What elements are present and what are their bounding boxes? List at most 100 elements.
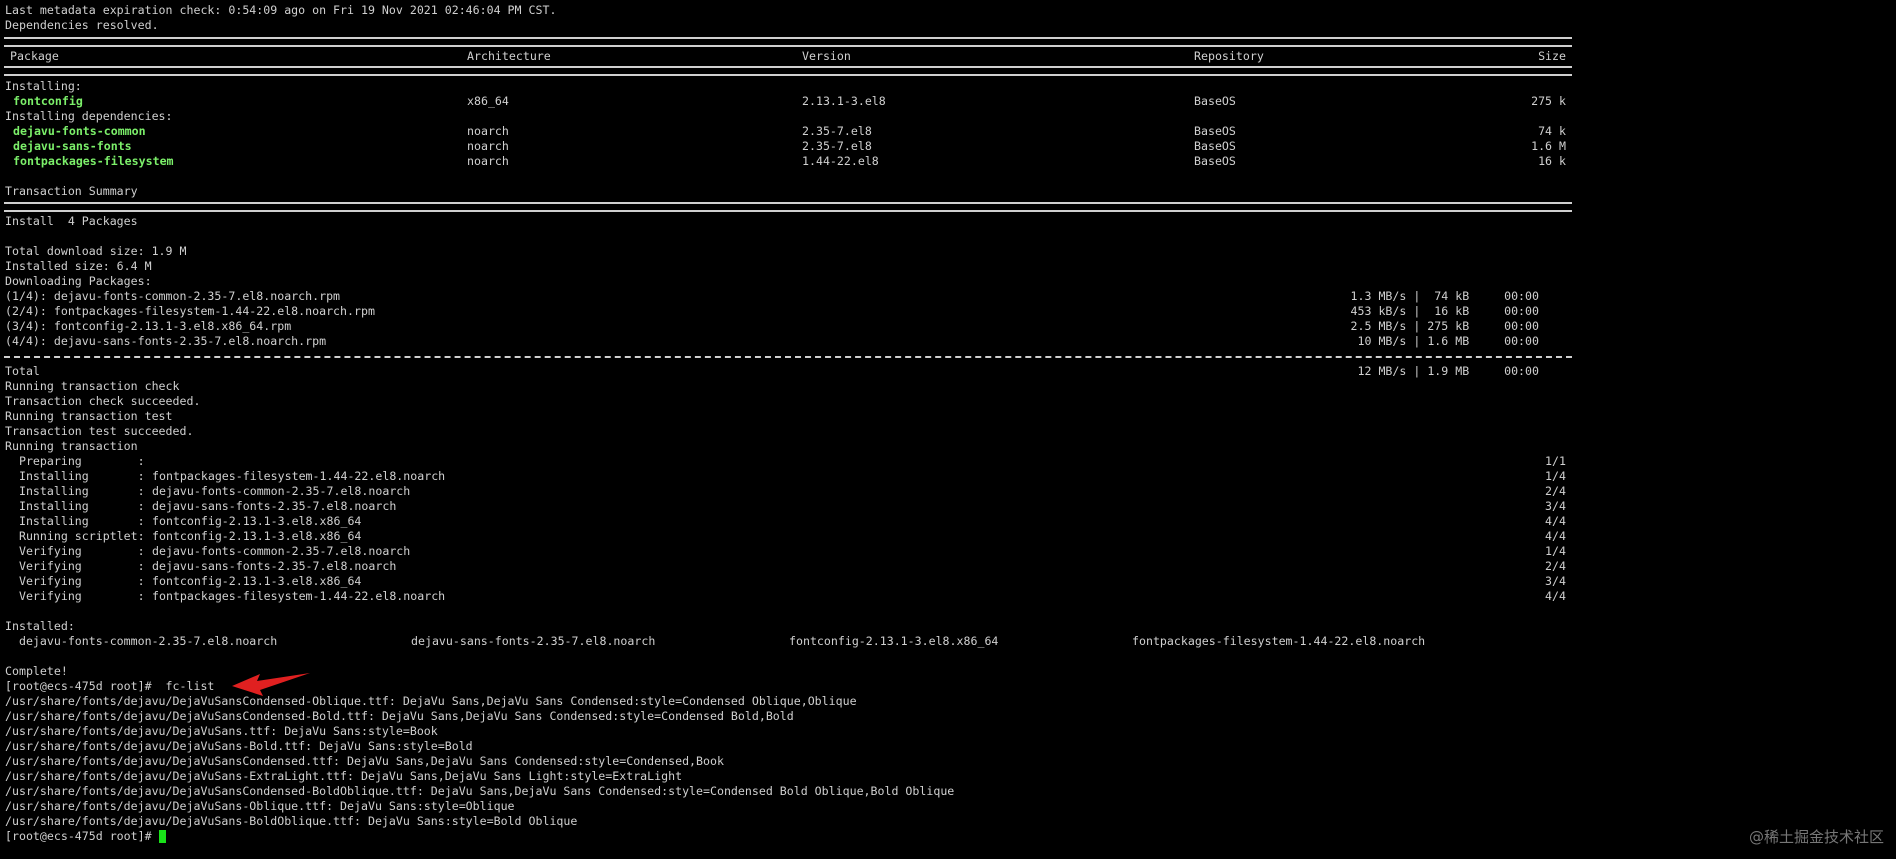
package-version: 2.35-7.el8: [802, 139, 872, 153]
package-name: dejavu-fonts-common: [13, 124, 146, 138]
fc-list-line: /usr/share/fonts/dejavu/DejaVuSans-BoldO…: [5, 814, 578, 828]
step-action: Verifying :: [5, 559, 145, 573]
step-action: Installing :: [5, 469, 145, 483]
fc-list-line: /usr/share/fonts/dejavu/DejaVuSansConden…: [5, 784, 955, 798]
step-action: Preparing :: [5, 454, 145, 468]
package-name: fontconfig: [13, 94, 83, 108]
fc-list-line: /usr/share/fonts/dejavu/DejaVuSans-Extra…: [5, 769, 683, 783]
step-progress: 2/4: [1545, 484, 1566, 498]
tx-line: Running transaction check: [5, 379, 180, 393]
download-file: (1/4): dejavu-fonts-common-2.35-7.el8.no…: [5, 289, 341, 303]
download-stats: 1.3 MB/s | 74 kB 00:00: [1350, 289, 1539, 303]
step-progress: 1/1: [1545, 454, 1566, 468]
total-stats: 12 MB/s | 1.9 MB 00:00: [1357, 364, 1539, 378]
separator-double: [4, 37, 1572, 47]
installed-size: Installed size: 6.4 M: [5, 259, 152, 273]
package-version: 2.13.1-3.el8: [802, 94, 886, 108]
tx-line: Transaction check succeeded.: [5, 394, 201, 408]
step-progress: 4/4: [1545, 529, 1566, 543]
package-repo: BaseOS: [1194, 139, 1236, 153]
package-arch: noarch: [467, 139, 509, 153]
command-prompt: [root@ecs-475d root]# fc-list: [5, 679, 215, 693]
step-package: fontconfig-2.13.1-3.el8.x86_64: [152, 574, 362, 588]
total-label: Total: [5, 364, 40, 378]
package-name: dejavu-sans-fonts: [13, 139, 132, 153]
package-repo: BaseOS: [1194, 154, 1236, 168]
watermark: @稀土掘金技术社区: [1748, 828, 1884, 846]
fc-list-line: /usr/share/fonts/dejavu/DejaVuSansConden…: [5, 754, 724, 768]
step-action: Verifying :: [5, 544, 145, 558]
terminal-window[interactable]: Last metadata expiration check: 0:54:09 …: [0, 0, 1896, 859]
package-arch: x86_64: [467, 94, 509, 108]
col-header-architecture: Architecture: [467, 49, 551, 63]
download-file: (4/4): dejavu-sans-fonts-2.35-7.el8.noar…: [5, 334, 327, 348]
col-header-repository: Repository: [1194, 49, 1264, 63]
download-file: (2/4): fontpackages-filesystem-1.44-22.e…: [5, 304, 375, 318]
installed-item: dejavu-sans-fonts-2.35-7.el8.noarch: [411, 634, 656, 648]
step-progress: 2/4: [1545, 559, 1566, 573]
step-action: Verifying :: [5, 574, 145, 588]
download-stats: 453 kB/s | 16 kB 00:00: [1350, 304, 1539, 318]
final-prompt: [root@ecs-475d root]#: [5, 829, 152, 843]
step-progress: 1/4: [1545, 469, 1566, 483]
step-package: fontconfig-2.13.1-3.el8.x86_64: [152, 514, 362, 528]
total-download-size: Total download size: 1.9 M: [5, 244, 187, 258]
step-progress: 3/4: [1545, 574, 1566, 588]
fc-list-line: /usr/share/fonts/dejavu/DejaVuSans-Bold.…: [5, 739, 473, 753]
download-stats: 10 MB/s | 1.6 MB 00:00: [1357, 334, 1539, 348]
step-package: dejavu-sans-fonts-2.35-7.el8.noarch: [152, 559, 397, 573]
separator-double: [4, 202, 1572, 212]
package-repo: BaseOS: [1194, 94, 1236, 108]
package-repo: BaseOS: [1194, 124, 1236, 138]
step-package: fontpackages-filesystem-1.44-22.el8.noar…: [152, 589, 446, 603]
col-header-version: Version: [802, 49, 851, 63]
step-action: Installing :: [5, 514, 145, 528]
separator-dashed: [4, 356, 1572, 358]
fc-list-line: /usr/share/fonts/dejavu/DejaVuSans.ttf: …: [5, 724, 438, 738]
tx-line: Transaction test succeeded.: [5, 424, 194, 438]
download-file: (3/4): fontconfig-2.13.1-3.el8.x86_64.rp…: [5, 319, 292, 333]
installed-item: fontpackages-filesystem-1.44-22.el8.noar…: [1132, 634, 1426, 648]
package-version: 1.44-22.el8: [802, 154, 879, 168]
metadata-line: Last metadata expiration check: 0:54:09 …: [5, 3, 557, 17]
step-action: Running scriptlet:: [5, 529, 145, 543]
package-size: 275 k: [1531, 94, 1566, 108]
col-header-size: Size: [1538, 49, 1566, 63]
dependencies-line: Dependencies resolved.: [5, 18, 159, 32]
fc-list-line: /usr/share/fonts/dejavu/DejaVuSansConden…: [5, 694, 857, 708]
step-package: dejavu-fonts-common-2.35-7.el8.noarch: [152, 544, 411, 558]
step-package: dejavu-fonts-common-2.35-7.el8.noarch: [152, 484, 411, 498]
step-progress: 4/4: [1545, 589, 1566, 603]
col-header-package: Package: [10, 49, 59, 63]
package-arch: noarch: [467, 124, 509, 138]
package-size: 1.6 M: [1531, 139, 1566, 153]
step-package: dejavu-sans-fonts-2.35-7.el8.noarch: [152, 499, 397, 513]
installed-label: Installed:: [5, 619, 75, 633]
step-progress: 3/4: [1545, 499, 1566, 513]
summary-title: Transaction Summary: [5, 184, 138, 198]
package-version: 2.35-7.el8: [802, 124, 872, 138]
terminal-cursor: [159, 830, 166, 843]
step-package: fontpackages-filesystem-1.44-22.el8.noar…: [152, 469, 446, 483]
step-progress: 4/4: [1545, 514, 1566, 528]
package-arch: noarch: [467, 154, 509, 168]
step-action: Installing :: [5, 499, 145, 513]
fc-list-line: /usr/share/fonts/dejavu/DejaVuSansConden…: [5, 709, 794, 723]
fc-list-line: /usr/share/fonts/dejavu/DejaVuSans-Obliq…: [5, 799, 515, 813]
package-size: 74 k: [1538, 124, 1566, 138]
red-arrow-annotation: [232, 673, 310, 696]
install-count: Install 4 Packages: [5, 214, 138, 228]
complete-line: Complete!: [5, 664, 68, 678]
installed-item: fontconfig-2.13.1-3.el8.x86_64: [789, 634, 999, 648]
package-name: fontpackages-filesystem: [13, 154, 174, 168]
downloading-label: Downloading Packages:: [5, 274, 152, 288]
deps-label: Installing dependencies:: [5, 109, 173, 123]
step-action: Installing :: [5, 484, 145, 498]
installed-item: dejavu-fonts-common-2.35-7.el8.noarch: [5, 634, 278, 648]
download-stats: 2.5 MB/s | 275 kB 00:00: [1350, 319, 1539, 333]
step-action: Verifying :: [5, 589, 145, 603]
tx-line: Running transaction: [5, 439, 138, 453]
separator-double: [4, 66, 1572, 76]
step-progress: 1/4: [1545, 544, 1566, 558]
tx-line: Running transaction test: [5, 409, 173, 423]
